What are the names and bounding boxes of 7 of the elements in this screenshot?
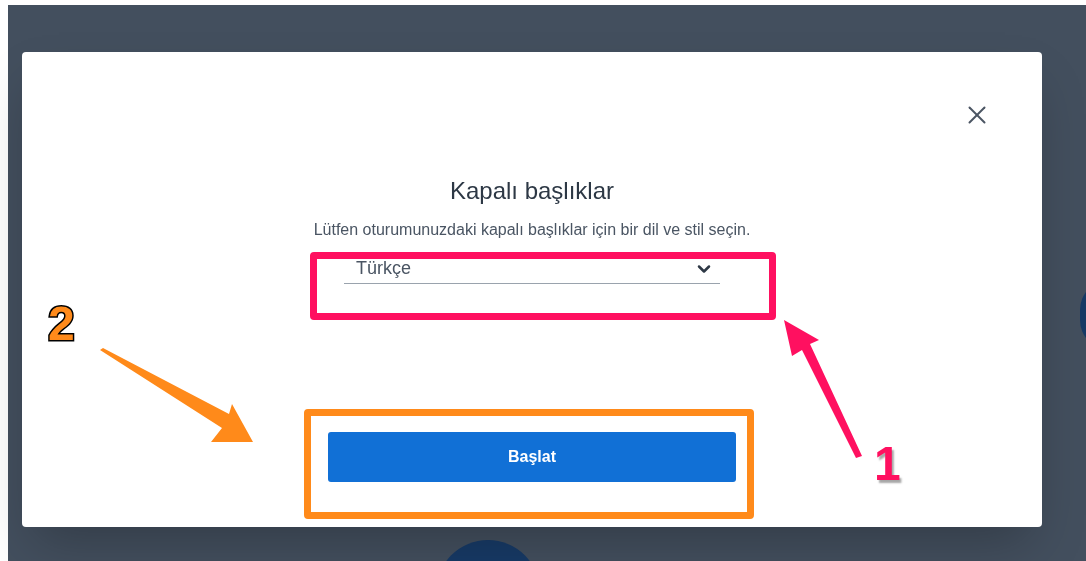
annotation-number: 1 — [874, 440, 901, 488]
arrow-icon — [782, 318, 864, 458]
dialog-title: Kapalı başlıklar — [449, 176, 615, 206]
arrow-icon — [98, 348, 254, 444]
annotation-number: 2 — [48, 300, 75, 348]
start-button[interactable]: Başlat — [328, 432, 736, 482]
dialog-description: Lütfen oturumunuzdaki kapalı başlıklar için bir dil ve stil seçin. — [313, 220, 751, 240]
